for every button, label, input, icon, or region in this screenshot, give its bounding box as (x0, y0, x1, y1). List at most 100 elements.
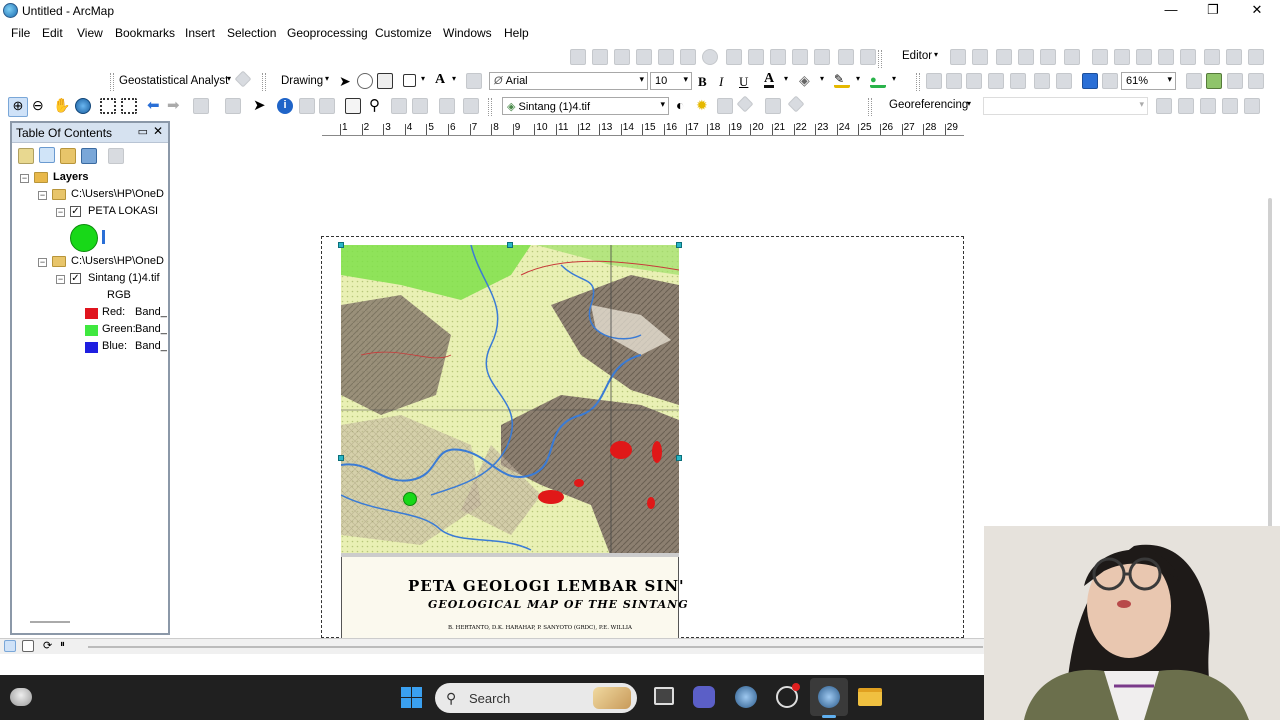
transparency-icon[interactable] (717, 98, 733, 114)
text-tool-icon[interactable]: A (435, 72, 445, 88)
selection-handle-tc[interactable] (507, 242, 513, 248)
weather-icon[interactable] (10, 688, 32, 706)
sketch-circle-icon[interactable] (702, 49, 718, 65)
pause-drawing-icon[interactable]: ⏸ (60, 639, 65, 650)
group1-path[interactable]: C:\Users\HP\OneD (71, 188, 164, 200)
create-viewer-icon[interactable] (463, 98, 479, 114)
rotate-element-icon[interactable] (357, 73, 373, 89)
contrast-icon[interactable]: ◐ (676, 97, 684, 113)
midpoint-icon[interactable] (1040, 49, 1056, 65)
collapse-layer2-icon[interactable]: − (56, 275, 65, 284)
close-button[interactable]: ✕ (1234, 0, 1280, 22)
chevron-down-icon[interactable]: ▾ (325, 74, 329, 83)
clear-selection-icon[interactable] (225, 98, 241, 114)
copy-parallel-icon[interactable] (1092, 49, 1108, 65)
zoom-in-icon[interactable]: ⊕ (8, 97, 28, 117)
cut-polygons-icon[interactable] (792, 49, 808, 65)
full-extent-icon[interactable] (75, 98, 91, 114)
toolbar-grip[interactable] (488, 98, 492, 116)
find-route-icon[interactable] (391, 98, 407, 114)
selection-handle-tl[interactable] (338, 242, 344, 248)
layout-vertical-scrollbar[interactable] (1268, 198, 1272, 528)
snap-icon[interactable] (814, 49, 830, 65)
sketch-props-icon[interactable] (838, 49, 854, 65)
chevron-down-icon[interactable]: ▾ (934, 50, 938, 59)
edit-tool-icon[interactable] (570, 49, 586, 65)
chevron-down-icon[interactable]: ▾ (820, 74, 824, 83)
menu-geoprocessing[interactable]: Geoprocessing (287, 26, 368, 40)
layout-view-icon[interactable] (22, 640, 34, 652)
fixed-zoom-out-icon[interactable] (1056, 73, 1072, 89)
trace-icon[interactable] (996, 49, 1012, 65)
hyperlink-icon[interactable] (299, 98, 315, 114)
rectangle-icon[interactable] (403, 74, 416, 87)
chevron-down-icon[interactable]: ▾ (227, 74, 231, 83)
drawing-menu[interactable]: Drawing (281, 75, 323, 87)
menu-windows[interactable]: Windows (443, 26, 492, 40)
underline-button[interactable]: U (739, 74, 748, 90)
chevron-down-icon[interactable]: ▾ (421, 74, 425, 83)
chevron-down-icon[interactable]: ▾ (452, 74, 456, 83)
file-explorer-icon[interactable] (858, 688, 882, 706)
line-color-icon[interactable]: ✎ (834, 72, 850, 88)
layout-zoom-in-icon[interactable] (926, 73, 942, 89)
list-by-visibility-icon[interactable] (60, 148, 76, 164)
flicker-icon[interactable] (765, 98, 781, 114)
edit-vertices-drawing-icon[interactable] (466, 73, 482, 89)
attributes-icon[interactable] (748, 49, 764, 65)
minimize-button[interactable]: — (1148, 0, 1194, 22)
list-by-source-icon[interactable] (39, 147, 55, 163)
toolbar-grip[interactable] (868, 98, 872, 116)
menu-edit[interactable]: Edit (42, 26, 63, 40)
go-back-extent-icon[interactable] (1082, 73, 1098, 89)
zoom-out-icon[interactable]: ⊖ (32, 97, 44, 114)
layer2-visibility-checkbox[interactable]: ✓ (70, 273, 81, 284)
toc-autohide-icon[interactable]: ▭ (138, 125, 148, 138)
layer1-visibility-checkbox[interactable]: ✓ (70, 206, 81, 217)
edit-vertices-icon[interactable] (770, 49, 786, 65)
editor-menu[interactable]: Editor (902, 50, 932, 62)
bold-button[interactable]: B (698, 74, 707, 90)
split-icon[interactable] (636, 49, 652, 65)
rotate-raster-icon[interactable] (1156, 98, 1172, 114)
measure-icon[interactable] (345, 98, 361, 114)
arcgis-taskbar-icon[interactable] (735, 686, 757, 708)
rotate-icon[interactable] (658, 49, 674, 65)
create-features-icon[interactable] (860, 49, 876, 65)
data-driven-pages-icon[interactable] (1227, 73, 1243, 89)
menu-view[interactable]: View (77, 26, 103, 40)
chevron-down-icon[interactable]: ▾ (892, 74, 896, 83)
peta-lokasi-point[interactable] (403, 492, 417, 506)
cut-tool-icon[interactable] (1158, 49, 1174, 65)
georef-layer-select[interactable]: ◈ Sintang (1)4.tif ▾ (502, 97, 669, 115)
zoom-to-elements-icon[interactable] (377, 73, 393, 89)
point-symbol-icon[interactable] (70, 224, 98, 252)
geostatistical-analyst-menu[interactable]: Geostatistical Analyst (119, 75, 228, 87)
teams-icon[interactable] (693, 686, 715, 708)
task-view-icon[interactable] (654, 687, 674, 705)
straight-segment-icon[interactable] (950, 49, 966, 65)
toolbar-grip[interactable] (262, 73, 266, 91)
layers-root[interactable]: Layers (53, 171, 88, 183)
select-elements-icon[interactable]: ➤ (339, 73, 351, 90)
find-icon[interactable]: ⚲ (369, 96, 380, 114)
fixed-zoom-in-map-icon[interactable] (100, 98, 116, 114)
merge-icon[interactable] (1114, 49, 1130, 65)
collapse-group2-icon[interactable]: − (38, 258, 47, 267)
toc-close-icon[interactable]: ✕ (153, 124, 163, 138)
menu-bookmarks[interactable]: Bookmarks (115, 26, 175, 40)
arc-icon[interactable] (1018, 49, 1034, 65)
scale-raster-icon[interactable] (1200, 98, 1216, 114)
fill-color-icon[interactable]: ◈ (799, 72, 810, 89)
vertex-icon[interactable] (614, 49, 630, 65)
font-color-button[interactable]: A (764, 72, 775, 88)
chevron-down-icon[interactable]: ▾ (784, 74, 788, 83)
select-features-icon[interactable] (193, 98, 209, 114)
split-tool-icon[interactable] (1136, 49, 1152, 65)
layout-pan-icon[interactable] (966, 73, 982, 89)
zoom-whole-page-icon[interactable] (988, 73, 1004, 89)
undo-edit-icon[interactable] (1180, 49, 1196, 65)
layer2-name[interactable]: Sintang (1)4.tif (88, 272, 160, 284)
marker-color-icon[interactable]: ● (870, 72, 886, 88)
view-link-table-icon[interactable] (1244, 98, 1260, 114)
